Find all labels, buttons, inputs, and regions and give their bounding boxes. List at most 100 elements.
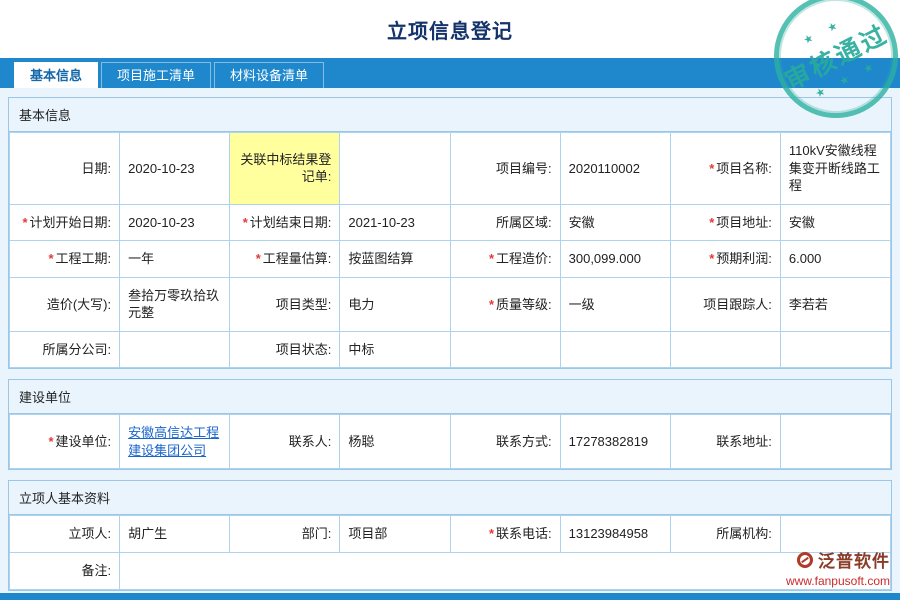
contact-address-label: 联系地址: [670, 415, 780, 469]
branch-company-label: 所属分公司: [10, 331, 120, 368]
section-basic-info: 基本信息 日期: 2020-10-23 关联中标结果登记单: 项目编号: 202… [8, 97, 892, 369]
duration-label: *工程工期: [10, 241, 120, 278]
basic-info-table: 日期: 2020-10-23 关联中标结果登记单: 项目编号: 20201100… [9, 132, 891, 368]
project-code-value: 2020110002 [560, 133, 670, 205]
plan-start-date-label: *计划开始日期: [10, 204, 120, 241]
contact-person-value: 杨聪 [340, 415, 450, 469]
fanpu-logo-icon [797, 552, 813, 568]
applicant-value: 胡广生 [120, 516, 230, 553]
tab-bar: 基本信息 项目施工清单 材料设备清单 [0, 58, 900, 88]
project-status-label: 项目状态: [230, 331, 340, 368]
section-basic-info-title: 基本信息 [9, 98, 891, 132]
table-row: *工程工期: 一年 *工程量估算: 按蓝图结算 *工程造价: 300,099.0… [10, 241, 891, 278]
section-applicant-info-title: 立项人基本资料 [9, 481, 891, 515]
date-label: 日期: [10, 133, 120, 205]
project-type-label: 项目类型: [230, 277, 340, 331]
quality-grade-value: 一级 [560, 277, 670, 331]
label-text: 建设单位: [56, 434, 112, 449]
construction-unit-table: *建设单位: 安徽高信达工程建设集团公司 联系人: 杨聪 联系方式: 17278… [9, 414, 891, 469]
label-text: 联系电话: [496, 526, 552, 541]
department-value: 项目部 [340, 516, 450, 553]
label-text: 联系人: [289, 434, 332, 449]
empty-cell [560, 331, 670, 368]
label-text: 项目地址: [716, 215, 772, 230]
project-tracker-value: 李若若 [780, 277, 890, 331]
contact-address-value [780, 415, 890, 469]
label-text: 预期利润: [716, 251, 772, 266]
cost-in-words-label: 造价(大写): [10, 277, 120, 331]
project-status-value: 中标 [340, 331, 450, 368]
empty-cell [780, 331, 890, 368]
organization-label: 所属机构: [670, 516, 780, 553]
label-text: 联系地址: [716, 434, 772, 449]
plan-end-date-value: 2021-10-23 [340, 204, 450, 241]
contact-method-label: 联系方式: [450, 415, 560, 469]
date-value: 2020-10-23 [120, 133, 230, 205]
footer-logo: 泛普软件 www.fanpusoft.com [786, 547, 890, 588]
label-text: 所属区域: [496, 215, 552, 230]
project-code-label: 项目编号: [450, 133, 560, 205]
required-asterisk: * [48, 434, 53, 449]
contact-person-label: 联系人: [230, 415, 340, 469]
department-label: 部门: [230, 516, 340, 553]
project-address-label: *项目地址: [670, 204, 780, 241]
quality-grade-label: *质量等级: [450, 277, 560, 331]
section-construction-unit-title: 建设单位 [9, 380, 891, 414]
quantity-estimate-label: *工程量估算: [230, 241, 340, 278]
content-area: 基本信息 日期: 2020-10-23 关联中标结果登记单: 项目编号: 202… [0, 88, 900, 593]
region-value: 安徽 [560, 204, 670, 241]
page-title: 立项信息登记 [387, 15, 513, 44]
branch-company-value [120, 331, 230, 368]
tab-construction-list[interactable]: 项目施工清单 [101, 62, 211, 88]
remark-label: 备注: [10, 553, 120, 590]
required-asterisk: * [256, 251, 261, 266]
label-text: 质量等级: [496, 297, 552, 312]
table-row: *建设单位: 安徽高信达工程建设集团公司 联系人: 杨聪 联系方式: 17278… [10, 415, 891, 469]
table-row: 日期: 2020-10-23 关联中标结果登记单: 项目编号: 20201100… [10, 133, 891, 205]
applicant-info-table: 立项人: 胡广生 部门: 项目部 *联系电话: 13123984958 所属机构… [9, 515, 891, 589]
table-row: 备注: [10, 553, 891, 590]
construction-unit-link[interactable]: 安徽高信达工程建设集团公司 [128, 425, 219, 458]
label-text: 联系方式: [496, 434, 552, 449]
section-construction-unit: 建设单位 *建设单位: 安徽高信达工程建设集团公司 联系人: 杨聪 联系方式: … [8, 379, 892, 470]
related-bid-result-value [340, 133, 450, 205]
required-asterisk: * [48, 251, 53, 266]
table-row: 所属分公司: 项目状态: 中标 [10, 331, 891, 368]
label-text: 计划结束日期: [250, 215, 332, 230]
project-name-label: *项目名称: [670, 133, 780, 205]
brand-name: 泛普软件 [818, 547, 890, 572]
page-header: 立项信息登记 [0, 0, 900, 58]
label-text: 部门: [302, 526, 332, 541]
table-row: *计划开始日期: 2020-10-23 *计划结束日期: 2021-10-23 … [10, 204, 891, 241]
empty-cell [670, 331, 780, 368]
label-text: 项目状态: [276, 342, 332, 357]
applicant-label: 立项人: [10, 516, 120, 553]
contact-method-value: 17278382819 [560, 415, 670, 469]
expected-profit-value: 6.000 [780, 241, 890, 278]
empty-cell [450, 331, 560, 368]
duration-value: 一年 [120, 241, 230, 278]
table-row: 造价(大写): 叁拾万零玖拾玖元整 项目类型: 电力 *质量等级: 一级 项目跟… [10, 277, 891, 331]
project-cost-label: *工程造价: [450, 241, 560, 278]
section-applicant-info: 立项人基本资料 立项人: 胡广生 部门: 项目部 *联系电话: 13123984… [8, 480, 892, 590]
label-text: 备注: [82, 563, 112, 578]
plan-end-date-label: *计划结束日期: [230, 204, 340, 241]
label-text: 工程造价: [496, 251, 552, 266]
label-text: 造价(大写): [47, 297, 111, 312]
plan-start-date-value: 2020-10-23 [120, 204, 230, 241]
label-text: 关联中标结果登记单: [240, 152, 331, 185]
phone-value: 13123984958 [560, 516, 670, 553]
required-asterisk: * [709, 251, 714, 266]
required-asterisk: * [489, 526, 494, 541]
brand-url: www.fanpusoft.com [786, 574, 890, 588]
quantity-estimate-value: 按蓝图结算 [340, 241, 450, 278]
label-text: 计划开始日期: [30, 215, 112, 230]
cost-in-words-value: 叁拾万零玖拾玖元整 [120, 277, 230, 331]
tab-material-equipment-list[interactable]: 材料设备清单 [214, 62, 324, 88]
tab-basic-info[interactable]: 基本信息 [14, 62, 98, 88]
label-text: 项目跟踪人: [703, 297, 772, 312]
label-text: 项目类型: [276, 297, 332, 312]
table-row: 立项人: 胡广生 部门: 项目部 *联系电话: 13123984958 所属机构… [10, 516, 891, 553]
label-text: 工程量估算: [263, 251, 332, 266]
required-asterisk: * [489, 297, 494, 312]
